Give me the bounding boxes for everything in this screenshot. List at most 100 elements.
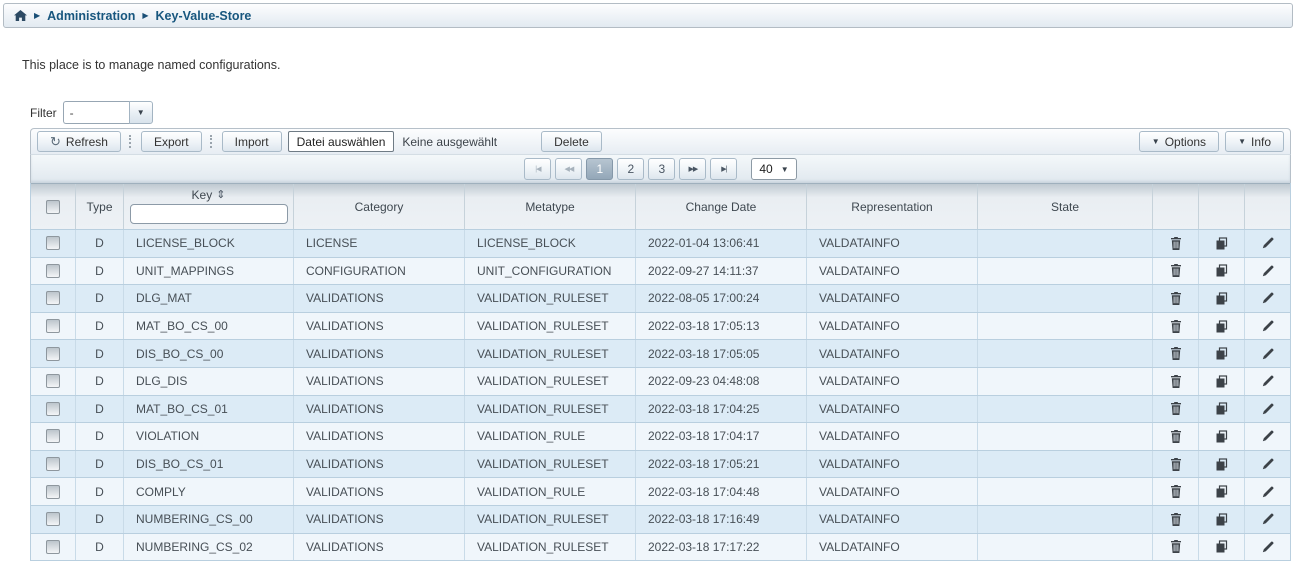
trash-icon: [1170, 237, 1182, 250]
delete-row-button[interactable]: [1153, 451, 1199, 478]
file-choose-button[interactable]: Datei auswählen: [288, 131, 395, 152]
page-button-3[interactable]: 3: [648, 158, 675, 180]
options-dropdown-button[interactable]: ▼ Options: [1139, 131, 1219, 152]
change-date-cell: 2022-03-18 17:04:17: [636, 423, 807, 450]
type-cell: D: [76, 313, 124, 340]
type-cell: D: [76, 258, 124, 285]
delete-row-button[interactable]: [1153, 368, 1199, 395]
type-cell: D: [76, 285, 124, 312]
edit-row-button[interactable]: [1245, 313, 1290, 340]
clone-row-button[interactable]: [1199, 451, 1245, 478]
edit-row-button[interactable]: [1245, 396, 1290, 423]
state-cell: [978, 285, 1153, 312]
clone-row-button[interactable]: [1199, 478, 1245, 505]
export-label: Export: [154, 135, 189, 149]
row-checkbox[interactable]: [46, 319, 60, 333]
delete-row-button[interactable]: [1153, 423, 1199, 450]
clone-row-button[interactable]: [1199, 396, 1245, 423]
change-date-cell: 2022-01-04 13:06:41: [636, 230, 807, 257]
import-button[interactable]: Import: [222, 131, 282, 152]
edit-row-button[interactable]: [1245, 340, 1290, 367]
refresh-button[interactable]: ↻ Refresh: [37, 131, 121, 152]
edit-row-button[interactable]: [1245, 478, 1290, 505]
delete-row-button[interactable]: [1153, 506, 1199, 533]
row-checkbox[interactable]: [46, 457, 60, 471]
clone-row-button[interactable]: [1199, 313, 1245, 340]
clone-row-button[interactable]: [1199, 368, 1245, 395]
row-select-cell: [31, 423, 76, 450]
pencil-icon: [1262, 292, 1274, 304]
export-button[interactable]: Export: [141, 131, 202, 152]
select-all-checkbox[interactable]: [46, 200, 60, 214]
delete-row-button[interactable]: [1153, 285, 1199, 312]
edit-row-button[interactable]: [1245, 258, 1290, 285]
edit-row-button[interactable]: [1245, 423, 1290, 450]
key-filter-input[interactable]: [130, 204, 288, 224]
row-checkbox[interactable]: [46, 347, 60, 361]
trash-icon: [1170, 375, 1182, 388]
row-checkbox[interactable]: [46, 264, 60, 278]
page-button-1[interactable]: 1: [586, 158, 613, 180]
row-checkbox[interactable]: [46, 291, 60, 305]
row-checkbox[interactable]: [46, 485, 60, 499]
table-row: DDLG_DISVALIDATIONSVALIDATION_RULESET202…: [31, 368, 1290, 396]
row-checkbox[interactable]: [46, 540, 60, 554]
clone-row-button[interactable]: [1199, 285, 1245, 312]
first-page-button[interactable]: |◀: [524, 158, 551, 180]
category-cell: VALIDATIONS: [294, 478, 465, 505]
delete-row-button[interactable]: [1153, 313, 1199, 340]
key-cell: LICENSE_BLOCK: [124, 230, 294, 257]
delete-row-button[interactable]: [1153, 396, 1199, 423]
delete-row-button[interactable]: [1153, 478, 1199, 505]
clone-row-button[interactable]: [1199, 340, 1245, 367]
row-checkbox[interactable]: [46, 512, 60, 526]
trash-icon: [1170, 264, 1182, 277]
table-row: DLICENSE_BLOCKLICENSELICENSE_BLOCK2022-0…: [31, 230, 1290, 258]
filter-value[interactable]: -: [63, 101, 129, 124]
pencil-icon: [1262, 403, 1274, 415]
delete-row-button[interactable]: [1153, 230, 1199, 257]
column-header-key: Key ⇕: [124, 184, 294, 229]
clone-row-button[interactable]: [1199, 230, 1245, 257]
filter-dropdown-button[interactable]: ▼: [129, 101, 153, 124]
edit-row-button[interactable]: [1245, 230, 1290, 257]
category-cell: VALIDATIONS: [294, 396, 465, 423]
row-checkbox[interactable]: [46, 374, 60, 388]
home-icon[interactable]: [14, 10, 27, 22]
delete-row-button[interactable]: [1153, 534, 1199, 561]
edit-row-button[interactable]: [1245, 285, 1290, 312]
page-size-select[interactable]: 40 ▼: [751, 158, 796, 180]
previous-page-button[interactable]: ◀◀: [555, 158, 582, 180]
clone-row-button[interactable]: [1199, 258, 1245, 285]
delete-button[interactable]: Delete: [541, 131, 602, 152]
pencil-icon: [1262, 265, 1274, 277]
breadcrumb-item-key-value-store[interactable]: Key-Value-Store: [156, 9, 252, 23]
sort-icon[interactable]: ⇕: [216, 190, 225, 201]
page-button-2[interactable]: 2: [617, 158, 644, 180]
key-header-label[interactable]: Key: [192, 189, 213, 201]
clone-row-button[interactable]: [1199, 506, 1245, 533]
next-page-button[interactable]: ▶▶: [679, 158, 706, 180]
edit-row-button[interactable]: [1245, 534, 1290, 561]
edit-row-button[interactable]: [1245, 451, 1290, 478]
edit-row-button[interactable]: [1245, 506, 1290, 533]
last-page-button[interactable]: ▶|: [710, 158, 737, 180]
info-dropdown-button[interactable]: ▼ Info: [1225, 131, 1284, 152]
clone-row-button[interactable]: [1199, 423, 1245, 450]
delete-row-button[interactable]: [1153, 258, 1199, 285]
edit-row-button[interactable]: [1245, 368, 1290, 395]
filter-combobox[interactable]: - ▼: [63, 101, 153, 124]
delete-row-button[interactable]: [1153, 340, 1199, 367]
table-row: DDLG_MATVALIDATIONSVALIDATION_RULESET202…: [31, 285, 1290, 313]
row-checkbox[interactable]: [46, 429, 60, 443]
row-checkbox[interactable]: [46, 236, 60, 250]
category-cell: VALIDATIONS: [294, 451, 465, 478]
key-cell: DIS_BO_CS_01: [124, 451, 294, 478]
clone-row-button[interactable]: [1199, 534, 1245, 561]
row-checkbox[interactable]: [46, 402, 60, 416]
pencil-icon: [1262, 513, 1274, 525]
breadcrumb-item-administration[interactable]: Administration: [47, 9, 135, 23]
metatype-cell: VALIDATION_RULESET: [465, 340, 636, 367]
column-header-state: State: [978, 184, 1153, 229]
state-cell: [978, 478, 1153, 505]
